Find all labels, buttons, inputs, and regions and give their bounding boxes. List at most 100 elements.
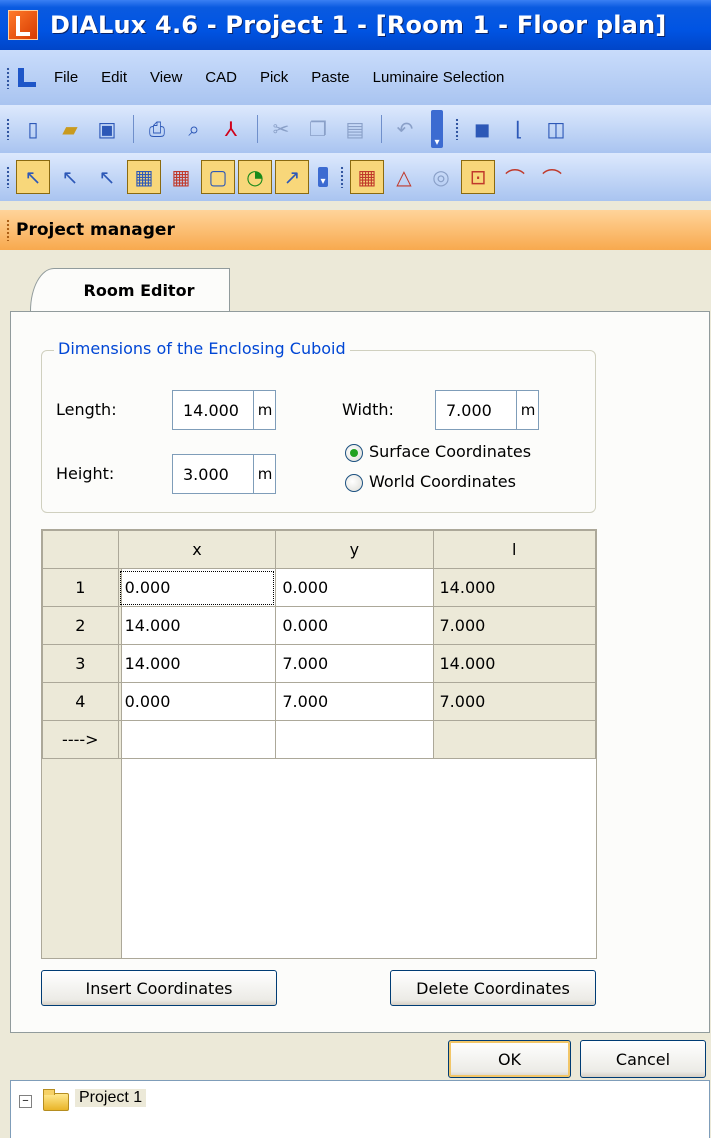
dialux-app-icon[interactable] [8, 10, 38, 40]
paste-icon[interactable]: ▤ [338, 112, 372, 146]
cell-x[interactable]: 14.000 [117, 644, 277, 683]
tree-item-project[interactable]: Project 1 [75, 1089, 147, 1107]
window-title: DIALux 4.6 - Project 1 - [Room 1 - Floor… [50, 11, 667, 39]
coordinates-grid[interactable]: x y l 1 0.000 0.000 14.000 2 14.000 0.00… [41, 529, 597, 959]
print-preview-icon[interactable]: ⌕ [177, 112, 211, 146]
length-input[interactable]: 14.000 m [172, 390, 276, 430]
menu-grip-handle[interactable] [6, 66, 10, 89]
object-icon[interactable]: ◎ [424, 160, 458, 194]
project-manager-header: Project manager [0, 210, 711, 250]
row-index[interactable]: 2 [42, 606, 119, 645]
header-corner-cell[interactable] [42, 530, 119, 569]
save-icon[interactable]: ▣ [90, 112, 124, 146]
table-row: 1 0.000 0.000 14.000 [42, 568, 596, 607]
toolbar-overflow-chevron-icon[interactable]: ▾ [431, 110, 443, 148]
cut-icon[interactable]: ✂ [264, 112, 298, 146]
coordinates-table: x y l 1 0.000 0.000 14.000 2 14.000 0.00… [42, 530, 596, 759]
ok-button[interactable]: OK [448, 1040, 571, 1078]
mdi-window-icon[interactable] [16, 67, 38, 89]
room-plan-icon[interactable]: ▦ [350, 160, 384, 194]
menu-pick[interactable]: Pick [260, 69, 288, 86]
row-index[interactable]: 3 [42, 644, 119, 683]
select-pointer-plus-icon[interactable]: ↖ [53, 160, 87, 194]
select-edit-icon[interactable]: ↗ [275, 160, 309, 194]
surface-coordinates-label[interactable]: Surface Coordinates [369, 442, 531, 461]
cell-x[interactable]: 14.000 [117, 606, 277, 645]
menu-luminaire-selection[interactable]: Luminaire Selection [373, 69, 505, 86]
cell-y[interactable]: 7.000 [275, 644, 434, 683]
cancel-button[interactable]: Cancel [580, 1040, 706, 1078]
header-l[interactable]: l [432, 530, 596, 569]
menu-cad[interactable]: CAD [205, 69, 237, 86]
height-label: Height: [56, 464, 115, 483]
header-y[interactable]: y [275, 530, 434, 569]
new-file-icon[interactable]: ▯ [16, 112, 50, 146]
cell-l: 7.000 [432, 682, 596, 721]
select-pointer-alt-icon[interactable]: ↖ [90, 160, 124, 194]
new-cell-y[interactable] [275, 720, 434, 759]
header-x[interactable]: x [117, 530, 277, 569]
menu-paste[interactable]: Paste [311, 69, 349, 86]
toolbar-grip-handle[interactable] [455, 118, 459, 140]
cuboid-dimensions-group: Dimensions of the Enclosing Cuboid Lengt… [41, 339, 596, 513]
select-pointer-icon[interactable]: ↖ [16, 160, 50, 194]
ruler-icon[interactable]: ⌒ [535, 160, 569, 194]
width-value: 7.000 [446, 400, 492, 420]
length-label: Length: [56, 400, 117, 419]
room-editor-panel: Dimensions of the Enclosing Cuboid Lengt… [10, 311, 710, 1033]
cell-l: 14.000 [432, 568, 596, 607]
table-row: 2 14.000 0.000 7.000 [42, 606, 596, 645]
menu-bar: File Edit View CAD Pick Paste Luminaire … [0, 50, 711, 105]
tab-room-editor[interactable]: Room Editor [30, 268, 230, 311]
measure-icon[interactable]: △ [387, 160, 421, 194]
dimension-icon[interactable]: ⌒ [498, 160, 532, 194]
side-view-icon[interactable]: ◫ [539, 112, 573, 146]
new-row-marker[interactable]: ----> [42, 720, 119, 759]
select-group-icon[interactable]: ▦ [164, 160, 198, 194]
toolbar-overflow-chevron-icon[interactable]: ▾ [318, 167, 328, 187]
toolbar-grip-handle[interactable] [6, 118, 10, 140]
cad-toolbar: ↖ ↖ ↖ ▦ ▦ ▢ ◔ ↗ ▾ ▦ △ ◎ ⊡ ⌒ ⌒ [0, 153, 711, 201]
new-cell-x[interactable] [117, 720, 277, 759]
delete-coordinates-button[interactable]: Delete Coordinates [390, 970, 596, 1006]
insert-coordinates-button[interactable]: Insert Coordinates [41, 970, 277, 1006]
cell-x[interactable]: 0.000 [117, 682, 277, 721]
height-unit: m [253, 454, 276, 494]
cell-y[interactable]: 0.000 [275, 568, 434, 607]
floor-plan-icon[interactable]: ⌊ [502, 112, 536, 146]
cell-l: 14.000 [432, 644, 596, 683]
toolbar-grip-handle[interactable] [6, 166, 10, 188]
surface-coordinates-radio[interactable] [345, 444, 363, 462]
project-manager-title: Project manager [16, 220, 175, 240]
undo-icon[interactable]: ↶ [388, 112, 422, 146]
height-value: 3.000 [183, 464, 229, 484]
height-input[interactable]: 3.000 m [172, 454, 276, 494]
select-calc-point-icon[interactable]: ◔ [238, 160, 272, 194]
dxf-import-icon[interactable]: ⊡ [461, 160, 495, 194]
3d-view-icon[interactable]: ◼ [465, 112, 499, 146]
folder-icon [43, 1089, 69, 1111]
pdf-export-icon[interactable]: ⅄ [214, 112, 248, 146]
copy-icon[interactable]: ❐ [301, 112, 335, 146]
world-coordinates-label[interactable]: World Coordinates [369, 472, 516, 491]
group-title: Dimensions of the Enclosing Cuboid [54, 339, 350, 358]
toolbar-grip-handle[interactable] [340, 166, 344, 188]
cell-x[interactable]: 0.000 [117, 568, 277, 607]
length-value: 14.000 [183, 400, 239, 420]
cell-y[interactable]: 7.000 [275, 682, 434, 721]
menu-file[interactable]: File [54, 69, 78, 86]
width-input[interactable]: 7.000 m [435, 390, 539, 430]
collapse-icon[interactable]: − [19, 1095, 32, 1108]
panel-grip-handle[interactable] [6, 219, 10, 241]
row-index[interactable]: 4 [42, 682, 119, 721]
world-coordinates-radio[interactable] [345, 474, 363, 492]
cell-y[interactable]: 0.000 [275, 606, 434, 645]
open-folder-icon[interactable]: ▰ [53, 112, 87, 146]
ok-label: OK [497, 1049, 522, 1069]
row-index[interactable]: 1 [42, 568, 119, 607]
select-area-icon[interactable]: ▢ [201, 160, 235, 194]
menu-view[interactable]: View [150, 69, 182, 86]
menu-edit[interactable]: Edit [101, 69, 127, 86]
print-icon[interactable]: ⎙ [140, 112, 174, 146]
select-luminaire-icon[interactable]: ▦ [127, 160, 161, 194]
